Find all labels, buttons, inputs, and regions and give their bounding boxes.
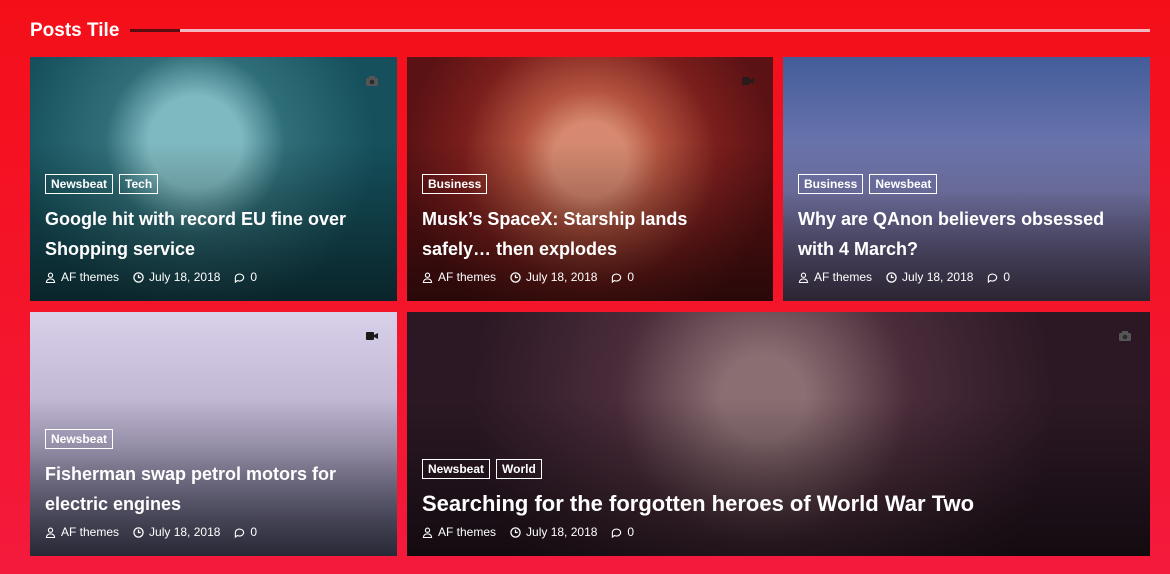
post-title[interactable]: Why are QAnon believers obsessed with 4 … bbox=[798, 204, 1135, 264]
post-title[interactable]: Musk’s SpaceX: Starship lands safely… th… bbox=[422, 204, 758, 264]
category-tag[interactable]: Business bbox=[422, 174, 488, 194]
post-title[interactable]: Google hit with record EU fine over Shop… bbox=[45, 204, 382, 264]
post-date[interactable]: July 18, 2018 bbox=[886, 268, 973, 286]
post-title[interactable]: Fisherman swap petrol motors for electri… bbox=[45, 459, 382, 519]
post-date[interactable]: July 18, 2018 bbox=[133, 523, 220, 541]
user-icon bbox=[45, 527, 56, 538]
video-icon bbox=[366, 332, 378, 340]
post-comments[interactable]: 0 bbox=[611, 268, 634, 286]
post-comments[interactable]: 0 bbox=[234, 268, 257, 286]
section-title: Posts Tile bbox=[30, 20, 120, 41]
clock-icon bbox=[510, 271, 521, 283]
post-author[interactable]: AF themes bbox=[45, 268, 119, 286]
section-divider-accent bbox=[130, 29, 180, 32]
category-tag[interactable]: Business bbox=[798, 174, 864, 194]
clock-icon bbox=[886, 271, 897, 283]
category-tag[interactable]: Newsbeat bbox=[869, 174, 938, 194]
section-divider bbox=[130, 29, 1150, 32]
post-author[interactable]: AF themes bbox=[45, 523, 119, 541]
user-icon bbox=[422, 527, 433, 538]
post-date[interactable]: July 18, 2018 bbox=[510, 523, 597, 541]
comment-icon bbox=[235, 528, 245, 538]
user-icon bbox=[798, 272, 809, 283]
category-tag[interactable]: Newsbeat bbox=[45, 174, 114, 194]
user-icon bbox=[422, 272, 433, 283]
comment-icon bbox=[988, 273, 998, 283]
camera-icon bbox=[1119, 331, 1131, 341]
video-icon bbox=[742, 77, 754, 85]
post-author[interactable]: AF themes bbox=[422, 523, 496, 541]
post-tile-3[interactable]: Business Newsbeat Why are QAnon believer… bbox=[783, 57, 1150, 301]
category-tag[interactable]: Tech bbox=[119, 174, 159, 194]
category-tag[interactable]: World bbox=[496, 459, 542, 479]
post-date[interactable]: July 18, 2018 bbox=[133, 268, 220, 286]
post-tile-1[interactable]: Newsbeat Tech Google hit with record EU … bbox=[30, 57, 397, 301]
camera-icon bbox=[366, 76, 378, 86]
clock-icon bbox=[133, 271, 144, 283]
category-tag[interactable]: Newsbeat bbox=[45, 429, 114, 449]
post-title[interactable]: Searching for the forgotten heroes of Wo… bbox=[422, 489, 1135, 519]
post-author[interactable]: AF themes bbox=[798, 268, 872, 286]
comment-icon bbox=[235, 273, 245, 283]
post-author[interactable]: AF themes bbox=[422, 268, 496, 286]
category-tag[interactable]: Newsbeat bbox=[422, 459, 491, 479]
post-tile-5[interactable]: Newsbeat World Searching for the forgott… bbox=[407, 312, 1150, 556]
section-header: Posts Tile bbox=[30, 18, 1150, 44]
user-icon bbox=[45, 272, 56, 283]
post-comments[interactable]: 0 bbox=[234, 523, 257, 541]
post-date[interactable]: July 18, 2018 bbox=[510, 268, 597, 286]
clock-icon bbox=[510, 526, 521, 538]
post-comments[interactable]: 0 bbox=[987, 268, 1010, 286]
clock-icon bbox=[133, 526, 144, 538]
post-tile-4[interactable]: Newsbeat Fisherman swap petrol motors fo… bbox=[30, 312, 397, 556]
comment-icon bbox=[612, 273, 622, 283]
post-comments[interactable]: 0 bbox=[611, 523, 634, 541]
post-tile-2[interactable]: Business Musk’s SpaceX: Starship lands s… bbox=[407, 57, 773, 301]
comment-icon bbox=[612, 528, 622, 538]
